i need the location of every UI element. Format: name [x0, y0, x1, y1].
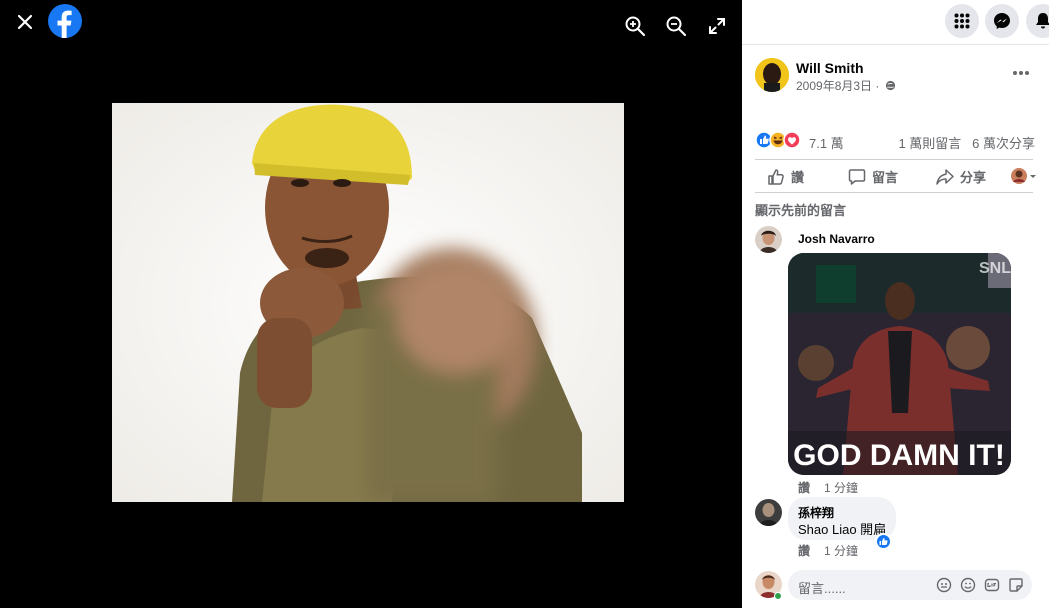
comments-count[interactable]: 1 萬則留言 [898, 136, 961, 151]
love-reaction-icon [783, 131, 801, 149]
comment-input[interactable]: 留言...... [788, 570, 1032, 600]
post-date-text[interactable]: 2009年8月3日 · [796, 79, 879, 93]
zoom-in-icon[interactable] [622, 13, 648, 39]
post-panel: Will Smith 2009年8月3日 · 7.1 萬 1 萬則留言 6 萬次… [742, 0, 1049, 608]
reactions-row: 7.1 萬 1 萬則留言 6 萬次分享 [755, 131, 1035, 151]
commenter-avatar[interactable] [755, 499, 782, 526]
fullscreen-icon[interactable] [704, 13, 730, 39]
share-button-label: 分享 [960, 170, 987, 185]
post-photo[interactable] [112, 103, 624, 502]
comment-gif[interactable]: GOD DAMN IT! SNL [788, 253, 1011, 475]
comment-composer: 留言...... [755, 569, 1035, 601]
avatar-sticker-icon[interactable] [936, 577, 952, 593]
photo-illustration [112, 103, 624, 502]
globe-icon [885, 80, 895, 91]
more-options-icon[interactable] [1010, 65, 1032, 81]
profile-dropdown-icon [1011, 168, 1036, 184]
gif-illustration: GOD DAMN IT! SNL [788, 253, 1011, 475]
messenger-icon[interactable] [985, 4, 1019, 38]
gif-badge: SNL [979, 260, 1011, 277]
post-date[interactable]: 2009年8月3日 · [796, 77, 896, 94]
comment-like-badge-icon[interactable] [875, 533, 892, 550]
comment-input-placeholder: 留言...... [798, 581, 846, 596]
emoji-icon[interactable] [960, 577, 976, 593]
comment-time[interactable]: 1 分鐘 [824, 481, 858, 495]
thumbs-up-icon [768, 168, 784, 185]
author-avatar[interactable] [755, 58, 789, 92]
like-button[interactable]: 讚 [767, 167, 804, 186]
comment-meta: 讚 1 分鐘 [798, 542, 858, 559]
comment-like-link[interactable]: 讚 [798, 544, 810, 558]
comment-button[interactable]: 留言 [848, 167, 898, 186]
menu-grid-icon[interactable] [945, 4, 979, 38]
like-button-label: 讚 [791, 170, 805, 185]
share-button[interactable]: 分享 [936, 167, 986, 186]
composer-icons [936, 577, 1024, 593]
comment-time[interactable]: 1 分鐘 [824, 544, 858, 558]
top-bar [742, 0, 1049, 45]
author-name[interactable]: Will Smith [796, 60, 864, 76]
sticker-icon[interactable] [1008, 577, 1024, 593]
notifications-bell-icon[interactable] [1026, 4, 1049, 38]
comment-button-label: 留言 [872, 170, 899, 185]
comment-text: Shao Liao 開扁 [798, 522, 887, 537]
reaction-count[interactable]: 7.1 萬 [809, 133, 844, 152]
facebook-logo-icon[interactable] [48, 4, 82, 38]
photo-viewer [0, 0, 742, 608]
share-icon [936, 168, 954, 185]
commenter-avatar[interactable] [755, 226, 782, 253]
comment-like-link[interactable]: 讚 [798, 481, 810, 495]
reaction-profile-selector[interactable] [1010, 167, 1036, 185]
post-stats: 1 萬則留言 6 萬次分享 [898, 133, 1035, 152]
comment-icon [848, 168, 866, 185]
commenter-name[interactable]: Josh Navarro [798, 232, 875, 246]
gif-caption: GOD DAMN IT! [793, 439, 1005, 472]
show-previous-comments[interactable]: 顯示先前的留言 [755, 200, 846, 219]
reaction-icons[interactable] [755, 131, 805, 149]
online-status-dot [774, 592, 782, 600]
gif-icon[interactable] [984, 577, 1000, 593]
zoom-out-icon[interactable] [663, 13, 689, 39]
shares-count[interactable]: 6 萬次分享 [972, 136, 1035, 151]
post-actions: 讚 留言 分享 [755, 159, 1036, 193]
close-icon[interactable] [12, 9, 38, 35]
post-header: Will Smith 2009年8月3日 · [755, 58, 1040, 98]
comment-meta: 讚 1 分鐘 [798, 479, 858, 496]
